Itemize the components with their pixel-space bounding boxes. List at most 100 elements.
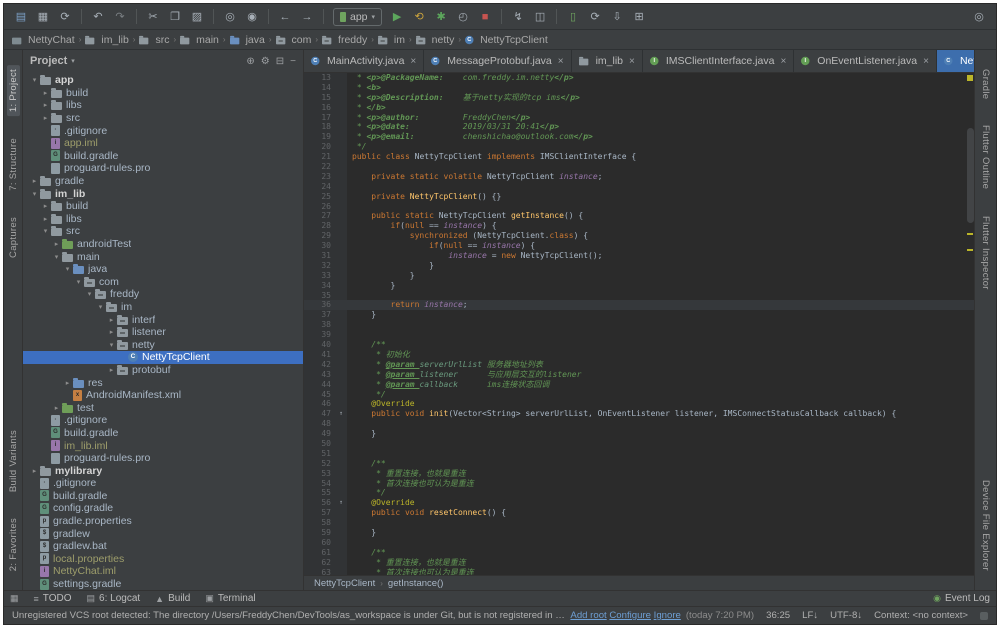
tool-button-7-structure[interactable]: 7: Structure <box>7 134 20 195</box>
breadcrumb-item[interactable]: java <box>230 34 265 46</box>
expand-arrow-icon[interactable]: ▾ <box>106 341 117 349</box>
error-stripe-mark[interactable] <box>967 75 973 81</box>
editor-tab[interactable]: im_lib× <box>572 50 643 72</box>
editor-tab[interactable]: MainActivity.java× <box>304 50 424 72</box>
code-line[interactable]: 39 <box>304 330 974 340</box>
expand-arrow-icon[interactable]: ▸ <box>40 215 51 223</box>
tool-button-logcat[interactable]: ▤6: Logcat <box>87 593 141 604</box>
tree-item[interactable]: ▸gradle <box>23 175 303 188</box>
editor-code-area[interactable]: 13 * <p>@PackageName: com.freddy.im.nett… <box>304 73 974 575</box>
code-line[interactable]: 43 * @param listener 与应用层交互的listener <box>304 370 974 380</box>
code-line[interactable]: 25 private NettyTcpClient() {} <box>304 192 974 202</box>
tree-item[interactable]: .gitignore <box>23 124 303 137</box>
expand-arrow-icon[interactable]: ▾ <box>40 227 51 235</box>
tool-button-build[interactable]: ▲Build <box>155 593 190 604</box>
line-number[interactable]: 19 <box>304 132 335 142</box>
tree-item[interactable]: .gitignore <box>23 477 303 490</box>
tree-item[interactable]: ▾im <box>23 301 303 314</box>
code-line[interactable]: 22 <box>304 162 974 172</box>
copy-icon[interactable]: ❐ <box>165 7 185 27</box>
code-line[interactable]: 63 * 首次连接也可认为是重连 <box>304 568 974 575</box>
tree-item[interactable]: ▾main <box>23 250 303 263</box>
expand-arrow-icon[interactable]: ▾ <box>95 303 106 311</box>
line-number[interactable]: 25 <box>304 192 335 202</box>
line-number[interactable]: 62 <box>304 558 335 568</box>
status-link[interactable]: Configure <box>609 610 651 621</box>
code-line[interactable]: 21public class NettyTcpClient implements… <box>304 152 974 162</box>
code-line[interactable]: 45 */ <box>304 390 974 400</box>
line-number[interactable]: 18 <box>304 122 335 132</box>
coverage-icon[interactable]: ◫ <box>530 7 550 27</box>
tree-item[interactable]: proguard-rules.pro <box>23 452 303 465</box>
status-link[interactable]: Ignore <box>654 610 681 621</box>
code-line[interactable]: 28 if(null == instance) { <box>304 221 974 231</box>
line-number[interactable]: 30 <box>304 241 335 251</box>
tree-item[interactable]: ▸androidTest <box>23 238 303 251</box>
breadcrumb-item[interactable]: src <box>139 34 169 46</box>
search-everywhere-icon[interactable]: ◎ <box>969 7 989 27</box>
tree-item[interactable]: ▾src <box>23 225 303 238</box>
code-line[interactable]: 37 } <box>304 310 974 320</box>
tree-item[interactable]: NettyTcpClient <box>23 351 303 364</box>
line-number[interactable]: 57 <box>304 508 335 518</box>
editor-tab[interactable]: IMSClientInterface.java× <box>643 50 794 72</box>
code-line[interactable]: 26 <box>304 202 974 212</box>
code-line[interactable]: 34 } <box>304 281 974 291</box>
line-number[interactable]: 59 <box>304 528 335 538</box>
code-line[interactable]: 46 @Override <box>304 399 974 409</box>
line-number[interactable]: 14 <box>304 83 335 93</box>
sdk-manager-icon[interactable]: ⇩ <box>607 7 627 27</box>
editor-breadcrumb-item[interactable]: getInstance() <box>388 578 443 589</box>
expand-arrow-icon[interactable]: ▸ <box>51 240 62 248</box>
tree-item[interactable]: ▸protobuf <box>23 364 303 377</box>
hide-panel-icon[interactable]: − <box>290 56 296 67</box>
expand-arrow-icon[interactable]: ▾ <box>73 278 84 286</box>
breadcrumb-item[interactable]: NettyTcpClient <box>465 34 548 46</box>
code-line[interactable]: 55 */ <box>304 488 974 498</box>
code-line[interactable]: 49 } <box>304 429 974 439</box>
code-line[interactable]: 56↑ @Override <box>304 498 974 508</box>
tool-button-1-project[interactable]: 1: Project <box>7 65 20 116</box>
tool-button-flutter-outline[interactable]: Flutter Outline <box>979 121 992 193</box>
layout-inspector-icon[interactable]: ⊞ <box>629 7 649 27</box>
expand-arrow-icon[interactable]: ▸ <box>106 366 117 374</box>
apply-changes-icon[interactable]: ⟲ <box>409 7 429 27</box>
tree-item[interactable]: ▾com <box>23 276 303 289</box>
expand-arrow-icon[interactable]: ▸ <box>51 404 62 412</box>
redo-icon[interactable]: ↷ <box>110 7 130 27</box>
code-line[interactable]: 18 * <p>@date: 2019/03/31 20:41</p> <box>304 122 974 132</box>
tree-item[interactable]: ▸build <box>23 87 303 100</box>
line-number[interactable]: 31 <box>304 251 335 261</box>
forward-icon[interactable]: → <box>297 7 317 27</box>
tree-item[interactable]: ▸libs <box>23 99 303 112</box>
line-number[interactable]: 29 <box>304 231 335 241</box>
code-line[interactable]: 52 /** <box>304 459 974 469</box>
breadcrumb-item[interactable]: com <box>276 34 312 46</box>
tree-item[interactable]: ▸res <box>23 376 303 389</box>
tree-item[interactable]: AndroidManifest.xml <box>23 389 303 402</box>
tree-item[interactable]: ▾freddy <box>23 288 303 301</box>
code-line[interactable]: 58 <box>304 518 974 528</box>
status-link[interactable]: Add root <box>570 610 606 621</box>
expand-arrow-icon[interactable]: ▸ <box>29 467 40 475</box>
line-number[interactable]: 48 <box>304 419 335 429</box>
line-number[interactable]: 28 <box>304 221 335 231</box>
open-icon[interactable]: ▤ <box>11 7 31 27</box>
code-line[interactable]: 44 * @param callback ims连接状态回调 <box>304 380 974 390</box>
collapse-all-icon[interactable]: ⊟ <box>276 56 284 67</box>
run-icon[interactable]: ▶ <box>387 7 407 27</box>
code-line[interactable]: 40 /** <box>304 340 974 350</box>
tree-item[interactable]: ▸src <box>23 112 303 125</box>
error-stripe-mark[interactable] <box>967 249 973 251</box>
line-number[interactable]: 44 <box>304 380 335 390</box>
code-line[interactable]: 23 private static volatile NettyTcpClien… <box>304 172 974 182</box>
avd-manager-icon[interactable]: ▯ <box>563 7 583 27</box>
code-line[interactable]: 54 * 首次连接也可认为是重连 <box>304 479 974 489</box>
line-number[interactable]: 60 <box>304 538 335 548</box>
tool-button-toolwindow-switcher[interactable]: ▦ <box>10 593 19 604</box>
breadcrumb-item[interactable]: im <box>378 34 405 46</box>
line-number[interactable]: 50 <box>304 439 335 449</box>
tree-item[interactable]: ▾java <box>23 263 303 276</box>
locate-icon[interactable]: ⊕ <box>246 56 254 67</box>
line-number[interactable]: 15 <box>304 93 335 103</box>
